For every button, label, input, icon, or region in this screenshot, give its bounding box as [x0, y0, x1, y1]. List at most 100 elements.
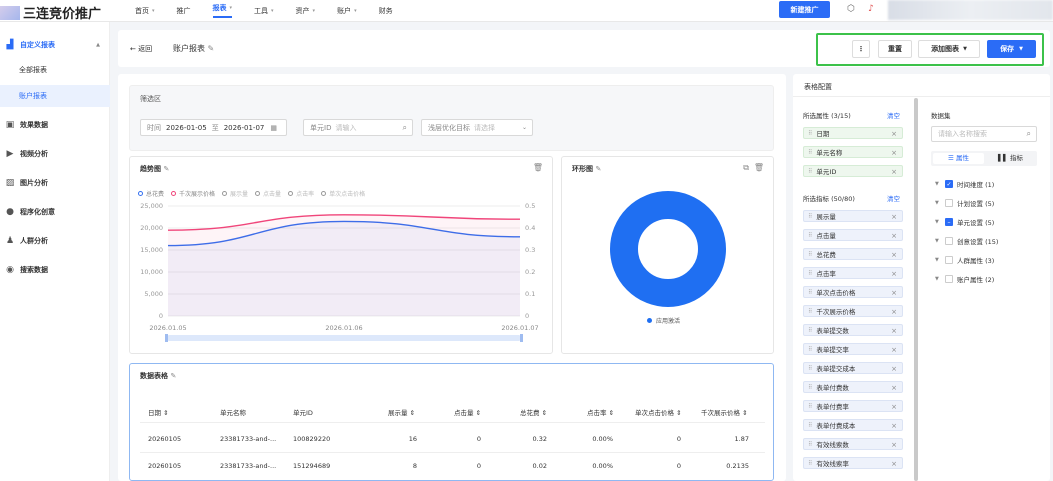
edit-icon[interactable]: ✎	[163, 165, 169, 173]
bell-icon[interactable]: ♪	[866, 4, 876, 14]
drag-handle-icon[interactable]: ⠿	[808, 270, 812, 277]
selected-metric-tag[interactable]: ⠿ 点击量 ×	[803, 229, 903, 241]
close-icon[interactable]: ×	[891, 441, 897, 449]
tree-node[interactable]: ▼ 创意设置 (15)	[935, 236, 998, 246]
caret-down-icon[interactable]: ▼	[935, 219, 941, 225]
close-icon[interactable]: ×	[891, 308, 897, 316]
drag-handle-icon[interactable]: ⠿	[808, 365, 812, 372]
caret-down-icon[interactable]: ▼	[935, 238, 941, 244]
legend-item[interactable]: 单次点击价格	[329, 189, 365, 198]
drag-handle-icon[interactable]: ⠿	[808, 327, 812, 334]
close-icon[interactable]: ×	[891, 422, 897, 430]
selected-attr-tag[interactable]: ⠿ 日期 ×	[803, 127, 903, 139]
sidebar-item-account-reports[interactable]: 账户报表	[0, 85, 110, 107]
delete-icon[interactable]: 🗑	[533, 163, 543, 172]
drag-handle-icon[interactable]: ⠿	[808, 168, 812, 175]
close-icon[interactable]: ×	[891, 149, 897, 157]
checkbox[interactable]	[945, 199, 953, 207]
legend-item[interactable]: 展示量	[230, 189, 248, 198]
drag-handle-icon[interactable]: ⠿	[808, 289, 812, 296]
legend-item[interactable]: 千次展示价格	[179, 189, 215, 198]
selected-metric-tag[interactable]: ⠿ 千次展示价格 ×	[803, 305, 903, 317]
drag-handle-icon[interactable]: ⠿	[808, 251, 812, 258]
selected-metric-tag[interactable]: ⠿ 有效线索数 ×	[803, 438, 903, 450]
close-icon[interactable]: ×	[891, 289, 897, 297]
checkbox[interactable]	[945, 275, 953, 283]
legend-item[interactable]: 点击率	[296, 189, 314, 198]
close-icon[interactable]: ×	[891, 270, 897, 278]
close-icon[interactable]: ×	[891, 232, 897, 240]
drag-handle-icon[interactable]: ⠿	[808, 460, 812, 467]
column-header[interactable]: 点击量 ⇕	[454, 407, 481, 417]
nav-assets[interactable]: 资产 ▾	[296, 0, 316, 22]
column-header[interactable]: 单次点击价格 ⇕	[635, 407, 682, 417]
drag-handle-icon[interactable]: ⠿	[808, 422, 812, 429]
dataset-search-input[interactable]: 请输入名称搜索 ⌕	[931, 126, 1037, 142]
cube-icon[interactable]: ⬡	[846, 4, 856, 14]
date-range-picker[interactable]: 时间 2026-01-05 至 2026-01-07 ▦	[140, 119, 287, 136]
clear-metrics-button[interactable]: 清空	[887, 193, 900, 203]
optimization-target-select[interactable]: 浅层优化目标 请选择 ⌄	[421, 119, 533, 136]
tree-node[interactable]: ▼ 计划设置 (5)	[935, 198, 994, 208]
caret-down-icon[interactable]: ▼	[935, 276, 941, 282]
selected-metric-tag[interactable]: ⠿ 单次点击价格 ×	[803, 286, 903, 298]
drag-handle-icon[interactable]: ⠿	[808, 441, 812, 448]
close-icon[interactable]: ×	[891, 213, 897, 221]
close-icon[interactable]: ×	[891, 403, 897, 411]
save-button[interactable]: 保存 ▼	[987, 40, 1036, 58]
drag-handle-icon[interactable]: ⠿	[808, 130, 812, 137]
close-icon[interactable]: ×	[891, 168, 897, 176]
close-icon[interactable]: ×	[891, 251, 897, 259]
tree-node[interactable]: ▼ – 单元设置 (5)	[935, 217, 994, 227]
checkbox[interactable]	[945, 237, 953, 245]
column-header[interactable]: 总花费 ⇕	[520, 407, 547, 417]
tab-attributes[interactable]: ☰ 属性	[933, 153, 984, 164]
unit-id-input[interactable]: 单元ID 请输入 ⌕	[303, 119, 413, 136]
sidebar-item-all-reports[interactable]: 全部报表	[0, 59, 110, 81]
close-icon[interactable]: ×	[891, 346, 897, 354]
column-header[interactable]: 日期 ⇕	[148, 407, 169, 417]
selected-metric-tag[interactable]: ⠿ 总花费 ×	[803, 248, 903, 260]
sidebar-group-custom-reports[interactable]: ▟ 自定义报表 ▲	[0, 34, 110, 56]
clear-attrs-button[interactable]: 清空	[887, 110, 900, 120]
drag-handle-icon[interactable]: ⠿	[808, 308, 812, 315]
drag-handle-icon[interactable]: ⠿	[808, 346, 812, 353]
selected-metric-tag[interactable]: ⠿ 表单提交数 ×	[803, 324, 903, 336]
sidebar-item-programmatic[interactable]: ● 程序化创意	[0, 201, 110, 223]
tab-metrics[interactable]: ▌▌ 指标	[985, 153, 1036, 164]
drag-handle-icon[interactable]: ⠿	[808, 149, 812, 156]
checkbox-indeterminate[interactable]: –	[945, 218, 953, 226]
logo[interactable]: 三连竞价推广	[0, 3, 101, 22]
sidebar-item-search[interactable]: ◉ 搜索数据	[0, 259, 110, 281]
column-header[interactable]: 千次展示价格 ⇕	[701, 407, 748, 417]
drag-handle-icon[interactable]: ⠿	[808, 213, 812, 220]
selected-metric-tag[interactable]: ⠿ 展示量 ×	[803, 210, 903, 222]
selected-metric-tag[interactable]: ⠿ 表单提交率 ×	[803, 343, 903, 355]
tree-node[interactable]: ▼ ✓ 时间维度 (1)	[935, 179, 994, 189]
selected-metric-tag[interactable]: ⠿ 点击率 ×	[803, 267, 903, 279]
user-profile-blurred[interactable]	[888, 0, 1053, 20]
sidebar-item-image[interactable]: ▨ 图片分析	[0, 172, 110, 194]
close-icon[interactable]: ×	[891, 460, 897, 468]
reset-button[interactable]: 重置	[878, 40, 912, 58]
drag-handle-icon[interactable]: ⠿	[808, 384, 812, 391]
donut-slice[interactable]	[610, 191, 726, 307]
checkbox-checked[interactable]: ✓	[945, 180, 953, 188]
sidebar-item-performance[interactable]: ▣ 效果数据	[0, 114, 110, 136]
caret-down-icon[interactable]: ▼	[935, 200, 941, 206]
copy-icon[interactable]: ⧉	[743, 163, 749, 173]
edit-icon[interactable]: ✎	[170, 372, 176, 380]
selected-attr-tag[interactable]: ⠿ 单元ID ×	[803, 165, 903, 177]
selected-metric-tag[interactable]: ⠿ 表单付费成本 ×	[803, 419, 903, 431]
edit-icon[interactable]: ✎	[595, 165, 601, 173]
edit-icon[interactable]: ✎	[208, 44, 215, 53]
column-header[interactable]: 展示量 ⇕	[388, 407, 415, 417]
scrollbar[interactable]	[914, 98, 918, 481]
legend-item[interactable]: 点击量	[263, 189, 281, 198]
close-icon[interactable]: ×	[891, 384, 897, 392]
selected-attr-tag[interactable]: ⠿ 单元名称 ×	[803, 146, 903, 158]
close-icon[interactable]: ×	[891, 365, 897, 373]
nav-promotion[interactable]: 推广	[177, 0, 191, 22]
selected-metric-tag[interactable]: ⠿ 表单付费率 ×	[803, 400, 903, 412]
nav-reports[interactable]: 报表 ▾	[212, 0, 233, 18]
